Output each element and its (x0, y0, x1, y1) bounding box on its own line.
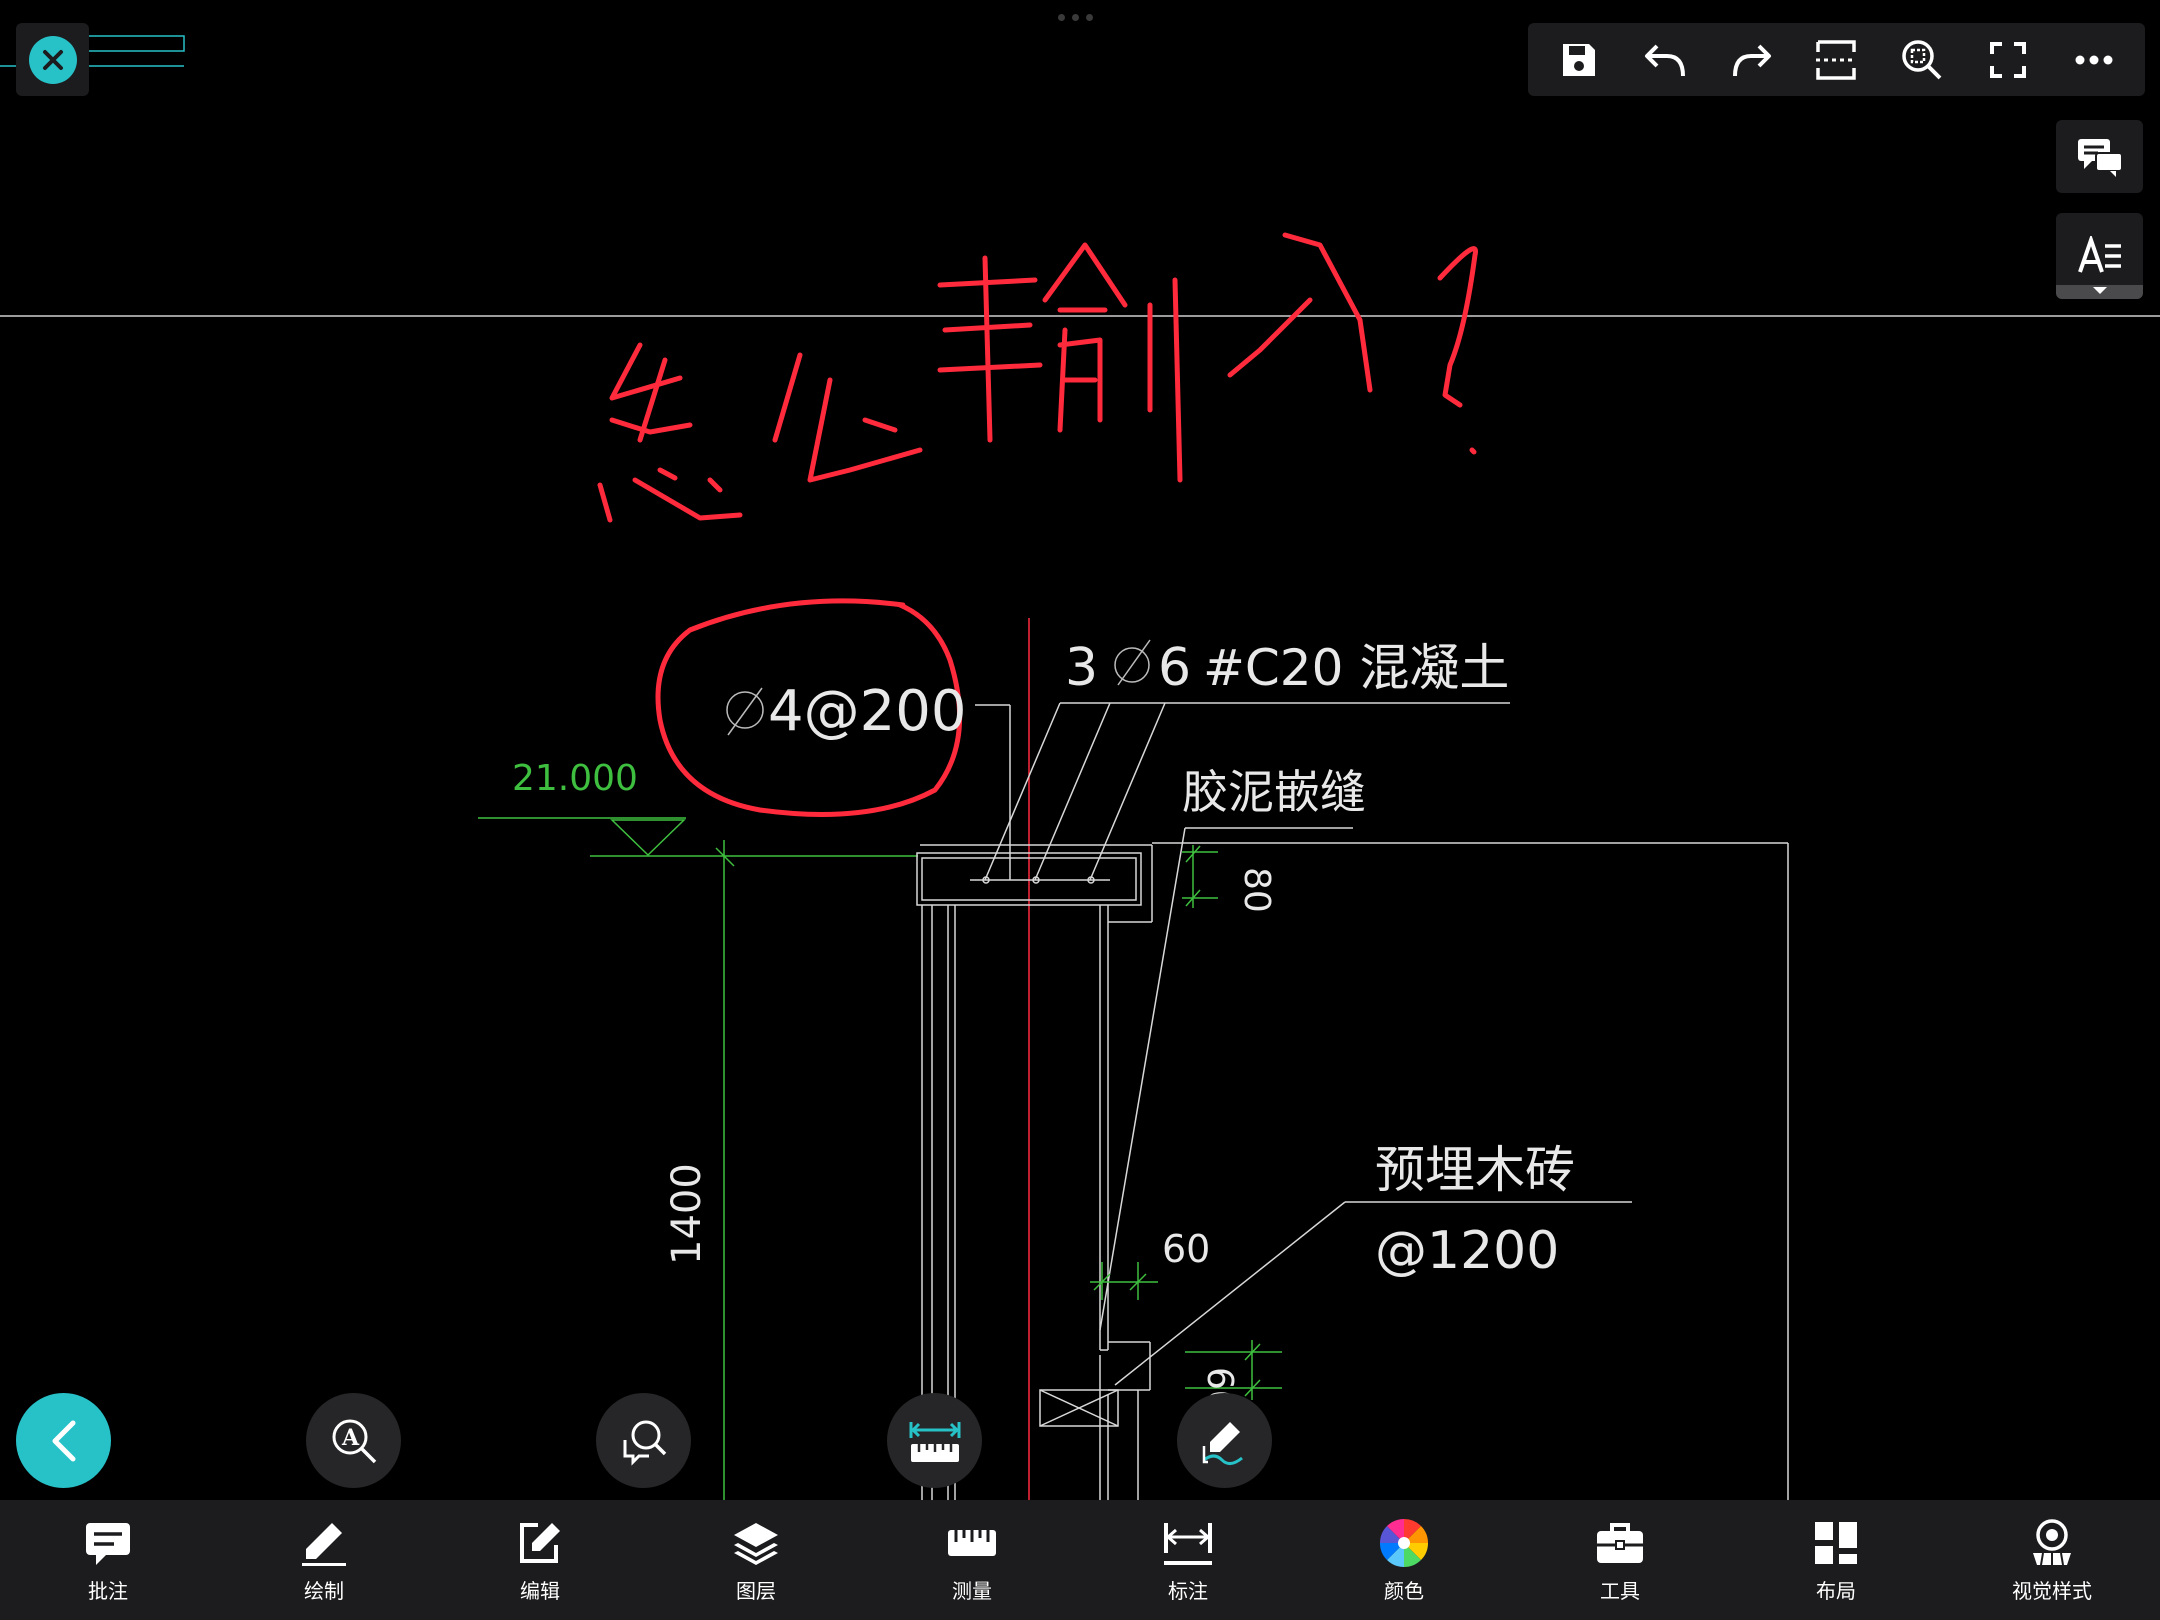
dim-60a: 60 (1162, 1227, 1210, 1271)
dimension-ticks (1090, 845, 1282, 1400)
sketch-button[interactable] (1177, 1393, 1272, 1488)
undo-button[interactable] (1633, 28, 1697, 92)
edit-icon (514, 1517, 566, 1569)
zoom-button[interactable] (1890, 28, 1954, 92)
nav-comment[interactable]: 批注 (0, 1500, 216, 1620)
text-format-icon (2077, 236, 2121, 273)
text-search-button[interactable]: A (306, 1393, 401, 1488)
toolbox-icon (1594, 1517, 1646, 1569)
redo-icon (1732, 44, 1771, 76)
nav-dimension-label: 标注 (1168, 1578, 1208, 1603)
page-indicator (1058, 14, 1093, 21)
zoom-icon (1902, 39, 1942, 79)
ruler-icon (946, 1517, 998, 1569)
close-button[interactable] (16, 23, 89, 96)
dimension-icon (1162, 1517, 1214, 1569)
redo-button[interactable] (1719, 28, 1783, 92)
save-icon (1562, 43, 1595, 76)
more-button[interactable] (2062, 28, 2126, 92)
region-button[interactable] (1804, 28, 1868, 92)
wood-brick-spacing: @1200 (1375, 1221, 1559, 1281)
concrete-grade: #C20 混凝土 (1203, 639, 1509, 697)
nav-color-label: 颜色 (1384, 1578, 1424, 1603)
diameter-symbol-1 (1114, 639, 1151, 686)
comment-icon (82, 1517, 134, 1569)
bottom-nav: 批注 绘制 编辑 图层 测量 标注 颜色 工具 布局 视觉样式 (0, 1500, 2160, 1620)
nav-dimension[interactable]: 标注 (1080, 1500, 1296, 1620)
nav-tools[interactable]: 工具 (1512, 1500, 1728, 1620)
save-button[interactable] (1547, 28, 1611, 92)
handwritten-annotation (597, 232, 1479, 817)
comment-search-icon (623, 1420, 666, 1466)
chevron-left-icon (52, 1420, 75, 1461)
visual-style-icon (2026, 1517, 2078, 1569)
nav-measure[interactable]: 测量 (864, 1500, 1080, 1620)
ruler-measure-icon (909, 1421, 960, 1462)
nav-measure-label: 测量 (952, 1578, 992, 1603)
fullscreen-button[interactable] (1976, 28, 2040, 92)
nav-layout[interactable]: 布局 (1728, 1500, 1944, 1620)
nav-layout-label: 布局 (1816, 1578, 1856, 1603)
nav-edit-label: 编辑 (520, 1578, 560, 1603)
dim-1400: 1400 (664, 1163, 710, 1265)
nav-layers[interactable]: 图层 (648, 1500, 864, 1620)
wall-section (916, 702, 1789, 1500)
wood-brick-note: 预埋木砖 (1375, 1141, 1575, 1199)
elevation-marker (478, 817, 918, 1500)
diameter-symbol-2 (726, 687, 764, 736)
back-button[interactable] (16, 1393, 111, 1488)
comments-button[interactable] (2056, 120, 2143, 193)
rebar-count: 3 (1065, 638, 1098, 698)
joint-note: 胶泥嵌缝 (1182, 765, 1366, 819)
layout-icon (1810, 1517, 1862, 1569)
top-toolbar (1528, 23, 2145, 96)
comment-search-button[interactable] (596, 1393, 691, 1488)
cad-labels: 3 6 #C20 混凝土 4@200 胶泥嵌缝 80 1400 60 60 预埋… (664, 638, 1575, 1413)
elevation-label: 21.000 (512, 758, 638, 799)
chat-bubbles-icon (2077, 138, 2123, 177)
measure-button[interactable] (887, 1393, 982, 1488)
drawing-canvas[interactable]: 21.000 3 6 #C20 混凝土 4@200 胶泥嵌缝 80 1400 6… (0, 0, 2160, 1620)
nav-draw[interactable]: 绘制 (216, 1500, 432, 1620)
close-icon (28, 35, 77, 84)
color-wheel-icon (1378, 1517, 1430, 1569)
nav-draw-label: 绘制 (304, 1578, 344, 1603)
text-style-button[interactable] (2056, 213, 2143, 299)
pencil-icon (298, 1517, 350, 1569)
nav-color[interactable]: 颜色 (1296, 1500, 1512, 1620)
dim-80: 80 (1236, 867, 1277, 913)
fullscreen-icon (1990, 41, 2027, 78)
region-icon (1816, 39, 1857, 80)
pen-sign-icon (1202, 1421, 1243, 1465)
text-search-icon: A (332, 1419, 376, 1463)
bar-spacing: 4@200 (768, 679, 967, 744)
svg-text:A: A (341, 1425, 360, 1451)
rebar-diameter: 6 (1158, 638, 1191, 698)
nav-visual-style-label: 视觉样式 (2012, 1578, 2092, 1603)
nav-visual-style[interactable]: 视觉样式 (1944, 1500, 2160, 1620)
nav-edit[interactable]: 编辑 (432, 1500, 648, 1620)
nav-comment-label: 批注 (88, 1578, 128, 1603)
nav-layers-label: 图层 (736, 1578, 776, 1603)
chevron-down-icon (2056, 285, 2143, 299)
undo-icon (1644, 44, 1685, 76)
layers-icon (730, 1517, 782, 1569)
nav-tools-label: 工具 (1600, 1578, 1640, 1603)
more-icon (2075, 55, 2113, 64)
